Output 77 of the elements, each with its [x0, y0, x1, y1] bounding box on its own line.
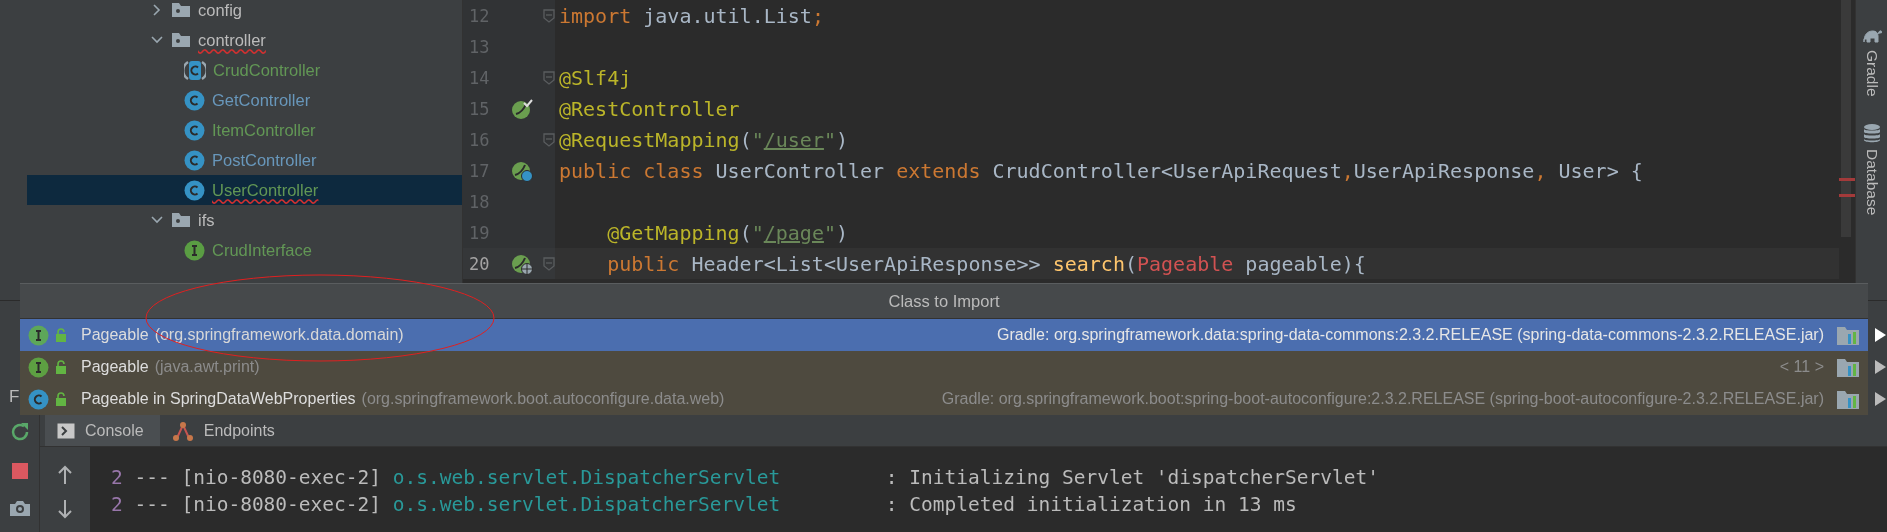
class-name: Pageable — [81, 326, 149, 344]
code-line: @GetMapping("/page") — [606, 220, 850, 245]
tree-item-label[interactable]: PostController — [212, 150, 317, 170]
log-thread: --- [nio-8080-exec-2] — [134, 493, 382, 516]
interface-icon — [28, 356, 49, 378]
popup-title: Class to Import — [888, 291, 1000, 311]
fold-marker-icon[interactable] — [543, 70, 555, 85]
import-option[interactable] — [20, 383, 1868, 415]
tree-item-label[interactable]: ItemController — [212, 120, 316, 140]
expand-arrow-icon[interactable] — [1873, 327, 1887, 343]
package-name: (org.springframework.boot.autoconfigure.data.web) — [361, 390, 725, 408]
expand-arrow-icon[interactable] — [1873, 391, 1887, 407]
lock-icon — [55, 360, 67, 374]
code-line: @RequestMapping("/user") — [558, 127, 850, 152]
code-line: public Header<List<UserApiResponse>> search(Pageable pageable){ — [606, 251, 1367, 276]
bean-icon[interactable] — [511, 97, 533, 120]
folder-icon — [171, 32, 191, 48]
panel-title: F — [9, 387, 20, 407]
log-message: : Completed initialization in 13 ms — [885, 493, 1297, 516]
class-name: Pageable in SpringDataWebProperties — [81, 390, 356, 408]
error-marker[interactable] — [1839, 178, 1855, 181]
lock-icon — [55, 328, 67, 342]
import-option[interactable]: Pageable (java.awt.print) < 11 > — [20, 351, 1868, 383]
expand-arrow-icon[interactable] — [1873, 359, 1887, 375]
library-icon[interactable] — [1836, 388, 1860, 410]
tree-item-label[interactable]: CrudInterface — [212, 240, 312, 260]
panel-tab[interactable]: Endpoints — [159, 415, 291, 446]
stop-icon[interactable] — [10, 462, 29, 480]
class-icon — [184, 119, 205, 141]
scrollbar-thumb[interactable] — [1841, 0, 1851, 237]
fold-marker-icon[interactable] — [543, 256, 555, 271]
folder-icon — [171, 212, 191, 228]
package-name: (java.awt.print) — [154, 358, 260, 376]
panel-tab[interactable]: Console — [45, 415, 160, 446]
log-thread: --- [nio-8080-exec-2] — [134, 466, 382, 489]
tree-item-label[interactable]: GetController — [212, 90, 311, 110]
console-icon — [57, 422, 75, 439]
toolbar-tab[interactable]: Gradle — [1862, 50, 1881, 97]
bean-class-icon[interactable] — [511, 159, 533, 182]
tree-item-label[interactable]: config — [198, 0, 243, 20]
interface-icon — [184, 239, 205, 261]
class-icon — [184, 179, 205, 201]
class-name: Pageable — [81, 358, 149, 376]
web-bean-icon[interactable] — [511, 252, 533, 275]
class-icon — [184, 149, 205, 171]
library-location: Gradle: org.springframework.data:spring-data-commons:2.3.2.RELEASE (spring-data-commons-2.3.2.RELEASE.jar) — [997, 326, 1824, 344]
code-line: @RestController — [558, 96, 741, 121]
up-arrow-icon[interactable] — [57, 465, 73, 485]
class-icon — [28, 388, 49, 410]
tree-item-label[interactable]: UserController — [212, 180, 319, 200]
lock-icon — [55, 392, 67, 406]
log-count: 2 — [111, 493, 123, 516]
database-icon[interactable] — [1862, 122, 1881, 143]
error-marker[interactable] — [1839, 194, 1855, 197]
endpoints-icon — [171, 419, 194, 442]
code-line: public class UserController extends CrudController<UserApiRequest,UserApiResponse, User> { — [558, 158, 1644, 183]
class-icon — [184, 89, 205, 111]
library-location: Gradle: org.springframework.boot:spring-boot-autoconfigure:2.3.2.RELEASE (spring-boot-autoconfigure-2.3.2.RELEASE.jar) — [941, 390, 1824, 408]
interface-icon — [28, 324, 49, 346]
code-line: import java.util.List; — [558, 3, 825, 28]
library-icon[interactable] — [1836, 356, 1860, 378]
log-logger: o.s.web.servlet.DispatcherServlet — [392, 493, 782, 516]
down-arrow-icon[interactable] — [57, 499, 73, 519]
tree-item-label[interactable]: ifs — [198, 210, 215, 230]
toolbar-tab[interactable]: Database — [1862, 148, 1881, 215]
log-message: : Initializing Servlet 'dispatcherServlet' — [885, 466, 1379, 489]
tree-item-label[interactable]: controller — [198, 30, 266, 50]
log-logger: o.s.web.servlet.DispatcherServlet — [392, 466, 782, 489]
fold-marker-icon[interactable] — [543, 132, 555, 147]
library-location: < 11 > — [1779, 358, 1824, 376]
camera-icon[interactable] — [8, 499, 31, 517]
line-number: 20 — [468, 253, 491, 274]
tree-item-label[interactable]: CrudController — [213, 60, 321, 80]
abstract-class-icon — [184, 59, 206, 81]
fold-marker-icon[interactable] — [543, 8, 555, 23]
code-line: @Slf4j — [558, 65, 633, 90]
log-count: 2 — [111, 466, 123, 489]
